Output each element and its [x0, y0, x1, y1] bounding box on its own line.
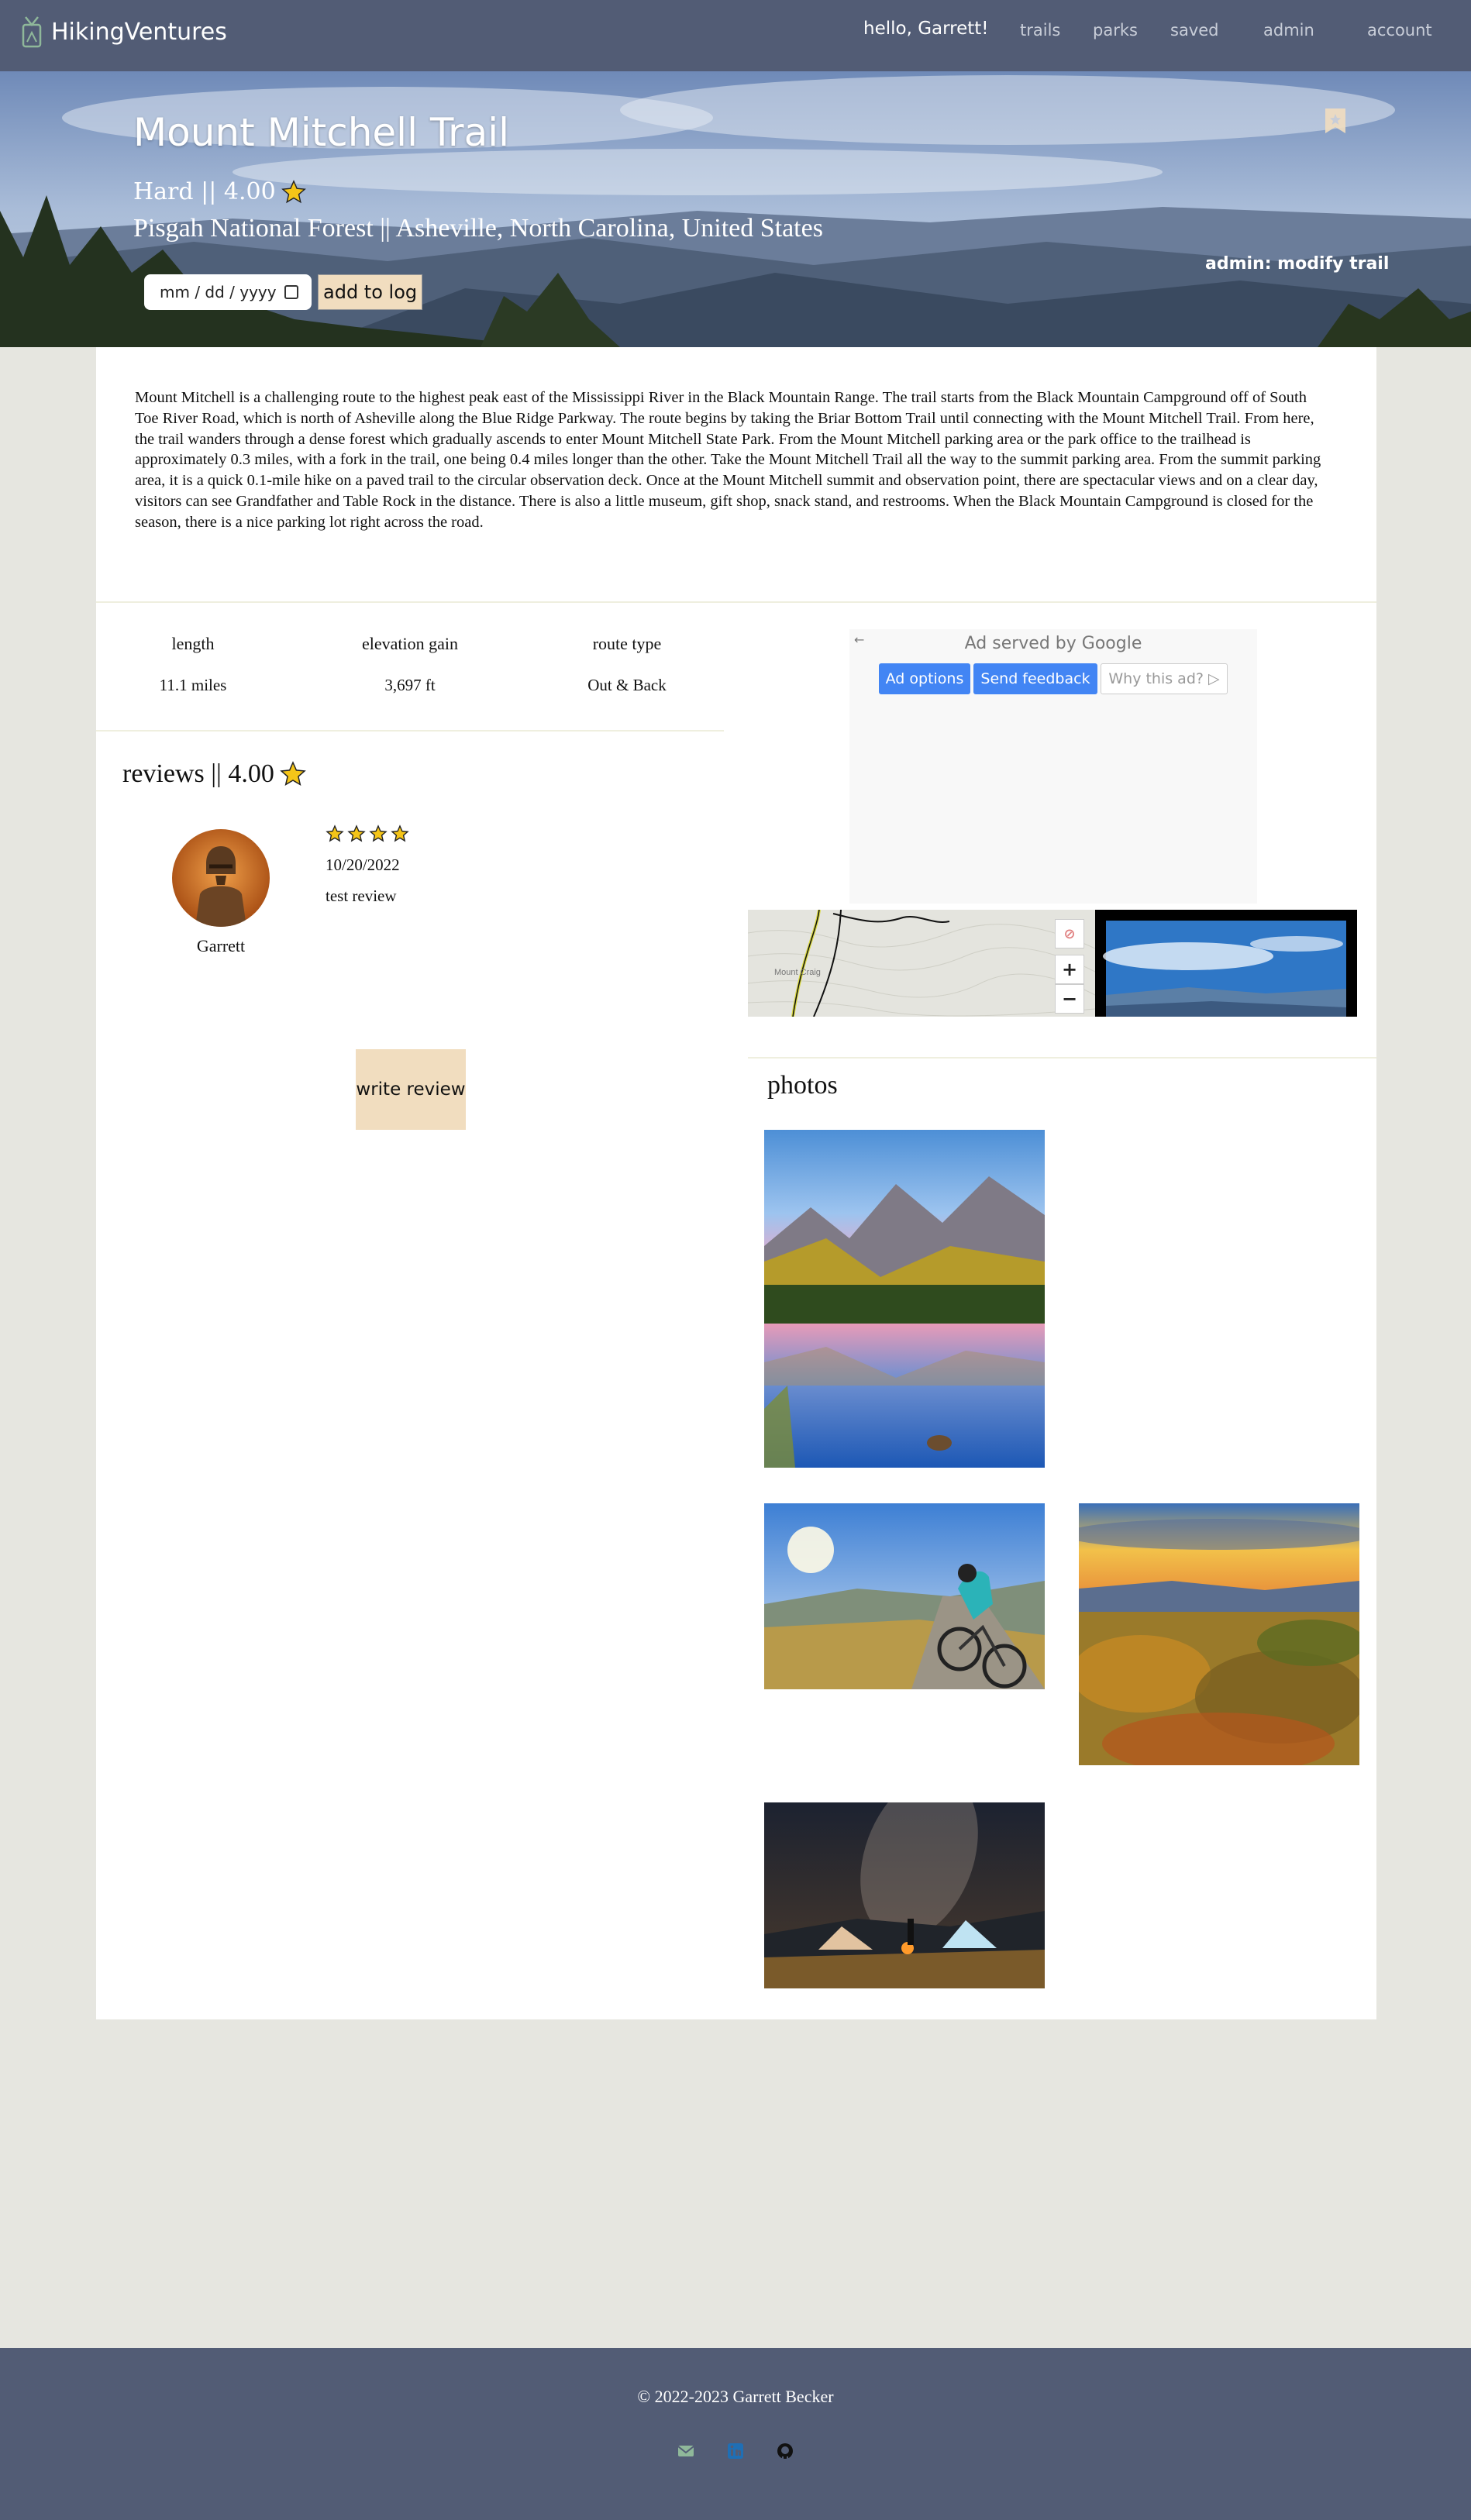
- divider: [748, 1057, 1376, 1059]
- brand-name: HikingVentures: [51, 18, 227, 46]
- star-icon: [280, 761, 306, 787]
- map-preview-photo[interactable]: [1095, 910, 1357, 1017]
- send-feedback-button[interactable]: Send feedback: [973, 663, 1097, 694]
- stat-label: elevation gain: [361, 634, 458, 653]
- calendar-icon[interactable]: [284, 285, 298, 299]
- reviews-heading: reviews || 4.00: [122, 759, 307, 789]
- footer: © 2022-2023 Garrett Becker: [0, 2348, 1471, 2520]
- nav-link-trails[interactable]: trails: [1020, 21, 1060, 40]
- photo-night-camp[interactable]: [764, 1802, 1045, 1988]
- review-date: 10/20/2022: [326, 855, 400, 874]
- map-canvas: Mount Craig: [748, 910, 1095, 1017]
- sunset-forest-image: [1079, 1503, 1359, 1765]
- preview-image: [1095, 910, 1357, 1017]
- copyright: © 2022-2023 Garrett Becker: [637, 2387, 834, 2406]
- lake-image: [764, 1130, 1045, 1468]
- greeting: hello, Garrett!: [863, 19, 989, 39]
- draw-icon[interactable]: ⊘: [1055, 919, 1084, 948]
- photos-heading: photos: [767, 1071, 838, 1100]
- avatar-image: [172, 829, 270, 927]
- divider: [96, 730, 724, 732]
- stat-value: 3,697 ft: [384, 676, 436, 694]
- ad-options-button[interactable]: Ad options: [879, 663, 970, 694]
- star-icon: [347, 825, 366, 842]
- bookmark-icon[interactable]: [1324, 107, 1347, 135]
- trail-description: Mount Mitchell is a challenging route to…: [135, 389, 1321, 531]
- trail-map[interactable]: Mount Craig: [748, 910, 1095, 1017]
- logo-icon: [22, 16, 42, 48]
- difficulty-rating-text: Hard || 4.00: [133, 178, 276, 205]
- ad-served-by: Ad served by Google: [964, 634, 1142, 653]
- why-this-ad-button[interactable]: Why this ad? ▷: [1101, 663, 1228, 694]
- write-review-button[interactable]: write review: [356, 1049, 466, 1130]
- stat-length: length 11.1 miles: [108, 634, 278, 695]
- write-review-label: write review: [356, 1079, 466, 1100]
- difficulty-rating: Hard || 4.00: [133, 178, 307, 205]
- trail-title: Mount Mitchell Trail: [133, 110, 510, 155]
- stat-route-type: route type Out & Back: [542, 634, 712, 695]
- map-place-label: Mount Craig: [774, 968, 821, 977]
- photo-sunset-forest[interactable]: [1079, 1503, 1359, 1765]
- add-to-log-button[interactable]: add to log: [318, 274, 423, 310]
- admin-modify-link[interactable]: admin: modify trail: [1205, 254, 1389, 274]
- divider: [96, 601, 1376, 603]
- reviewer-name: Garrett: [196, 936, 246, 955]
- zoom-out-button[interactable]: −: [1055, 984, 1084, 1014]
- stat-label: length: [171, 634, 215, 653]
- linkedin-icon[interactable]: [725, 2441, 746, 2461]
- why-this-ad-label: Why this ad?: [1108, 670, 1204, 687]
- play-icon: ▷: [1208, 670, 1220, 687]
- photo-biker[interactable]: [764, 1503, 1045, 1689]
- stat-elevation: elevation gain 3,697 ft: [325, 634, 495, 695]
- hero-banner: Mount Mitchell Trail Hard || 4.00 Pisgah…: [0, 71, 1471, 347]
- log-date-input[interactable]: mm / dd / yyyy: [144, 274, 312, 310]
- trail-location: Pisgah National Forest || Asheville, Nor…: [133, 214, 823, 243]
- nav-link-admin[interactable]: admin: [1263, 21, 1314, 40]
- date-placeholder: mm / dd / yyyy: [160, 283, 277, 301]
- biker-image: [764, 1503, 1045, 1689]
- star-icon: [391, 825, 409, 842]
- github-icon[interactable]: [775, 2441, 795, 2461]
- review-rating: [326, 825, 409, 843]
- google-ad: ← Ad served by Google Ad options Send fe…: [849, 629, 1257, 904]
- mail-icon[interactable]: [676, 2441, 696, 2461]
- zoom-in-button[interactable]: +: [1055, 955, 1084, 984]
- star-icon: [369, 825, 388, 842]
- star-icon: [281, 179, 306, 203]
- brand[interactable]: HikingVentures: [19, 14, 227, 50]
- stat-value: 11.1 miles: [159, 676, 227, 694]
- reviews-title: reviews || 4.00: [122, 759, 274, 788]
- avatar[interactable]: [172, 829, 270, 927]
- star-icon: [326, 825, 344, 842]
- main-content: Mount Mitchell is a challenging route to…: [96, 347, 1376, 2019]
- nav-link-saved[interactable]: saved: [1170, 21, 1219, 40]
- review-text: test review: [326, 886, 397, 905]
- stat-value: Out & Back: [587, 676, 667, 694]
- night-camp-image: [764, 1802, 1045, 1988]
- nav-link-parks[interactable]: parks: [1093, 21, 1138, 40]
- stat-label: route type: [592, 634, 662, 653]
- nav-link-account[interactable]: account: [1367, 21, 1432, 40]
- top-nav: HikingVentures hello, Garrett! trails pa…: [0, 0, 1471, 71]
- photo-lake[interactable]: [764, 1130, 1045, 1468]
